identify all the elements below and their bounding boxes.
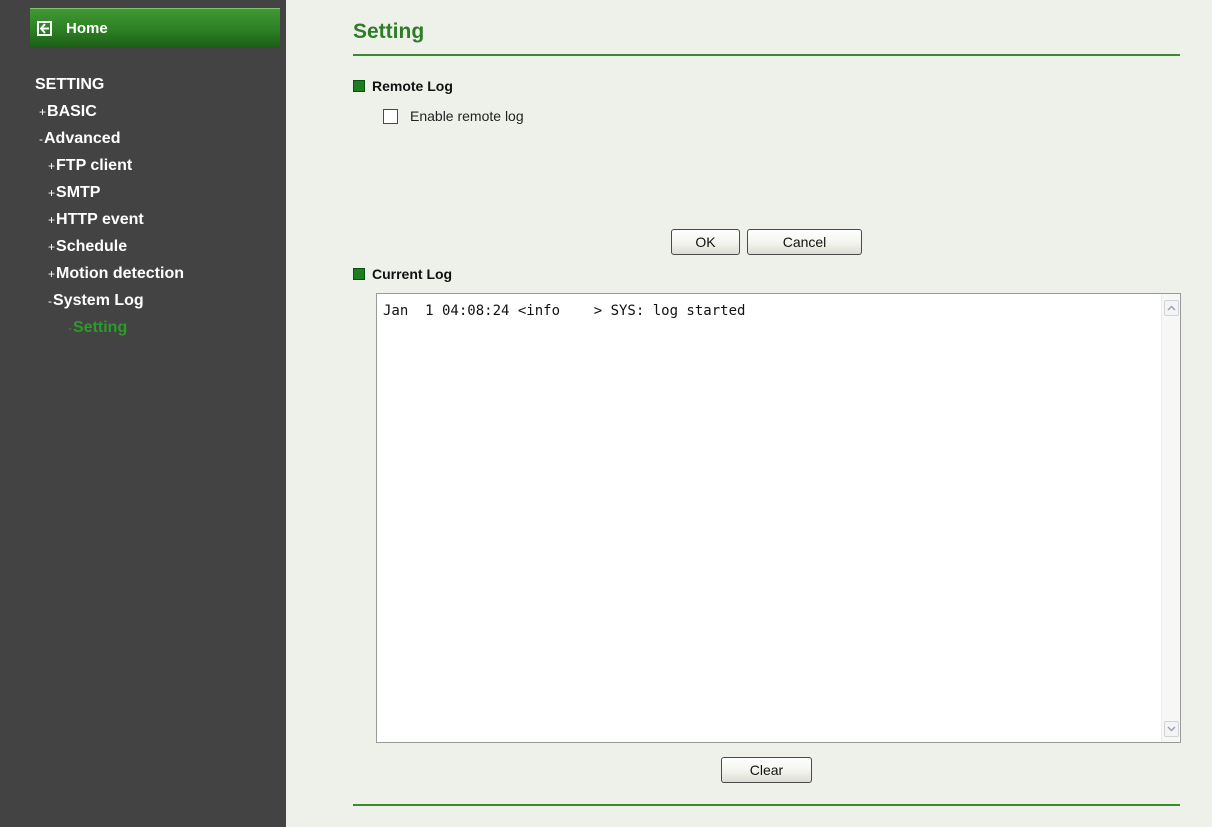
nav-heading-setting: SETTING (35, 75, 275, 102)
log-text: Jan 1 04:08:24 <info > SYS: log started (383, 303, 746, 319)
nav-label: Motion detection (56, 265, 184, 282)
clear-button[interactable]: Clear (721, 757, 812, 783)
enable-remote-log-label: Enable remote log (410, 108, 524, 124)
expand-icon: + (48, 186, 56, 200)
nav-item-ftp-client[interactable]: + FTP client (35, 156, 275, 183)
nav-label: SMTP (56, 184, 101, 201)
nav-item-smtp[interactable]: + SMTP (35, 183, 275, 210)
page-title: Setting (353, 20, 425, 43)
nav-label: Advanced (44, 130, 121, 147)
enable-remote-log-row: Enable remote log (383, 108, 524, 124)
chevron-down-icon (1167, 726, 1176, 732)
nav-item-advanced[interactable]: - Advanced (35, 129, 275, 156)
nav-label: System Log (53, 292, 144, 309)
enable-remote-log-checkbox[interactable] (383, 108, 398, 124)
current-log-heading: Current Log (353, 266, 452, 282)
settings-nav: SETTING + BASIC - Advanced + FTP client … (35, 75, 275, 345)
nav-label: Setting (73, 319, 128, 336)
section-title-text: Remote Log (372, 78, 453, 94)
scroll-up-button[interactable] (1164, 300, 1179, 316)
nav-item-http-event[interactable]: + HTTP event (35, 210, 275, 237)
cancel-button[interactable]: Cancel (747, 229, 862, 255)
section-title-text: Current Log (372, 266, 453, 282)
collapse-icon: - (39, 132, 43, 146)
current-log-textarea[interactable]: Jan 1 04:08:24 <info > SYS: log started (376, 293, 1181, 743)
nav-label: FTP client (56, 157, 133, 174)
collapse-icon: - (48, 294, 52, 308)
nav-item-schedule[interactable]: + Schedule (35, 237, 275, 264)
scroll-down-button[interactable] (1164, 721, 1179, 737)
nav-item-setting-active[interactable]: - Setting (35, 318, 275, 345)
expand-icon: + (39, 105, 47, 119)
expand-icon: + (48, 267, 56, 281)
chevron-up-icon (1167, 305, 1176, 311)
nav-item-motion-detection[interactable]: + Motion detection (35, 264, 275, 291)
nav-label: HTTP event (56, 211, 144, 228)
remote-log-heading: Remote Log (353, 78, 453, 94)
log-scrollbar[interactable] (1161, 294, 1180, 742)
green-square-icon (353, 80, 365, 92)
nav-item-basic[interactable]: + BASIC (35, 102, 275, 129)
ok-button[interactable]: OK (671, 229, 740, 255)
back-arrow-icon (37, 21, 52, 36)
nav-item-system-log[interactable]: - System Log (35, 291, 275, 318)
main-content: Setting Remote Log Enable remote log OK … (286, 0, 1212, 827)
sidebar: Home SETTING + BASIC - Advanced + FTP cl… (0, 0, 286, 827)
collapse-icon: - (68, 321, 72, 335)
nav-label: Schedule (56, 238, 128, 255)
green-square-icon (353, 268, 365, 280)
expand-icon: + (48, 159, 56, 173)
title-divider (353, 54, 1180, 56)
home-button[interactable]: Home (30, 8, 280, 48)
bottom-divider (353, 804, 1180, 806)
expand-icon: + (48, 240, 56, 254)
nav-label: BASIC (47, 103, 97, 120)
home-label: Home (66, 20, 108, 37)
nav-label: SETTING (35, 76, 105, 93)
expand-icon: + (48, 213, 56, 227)
